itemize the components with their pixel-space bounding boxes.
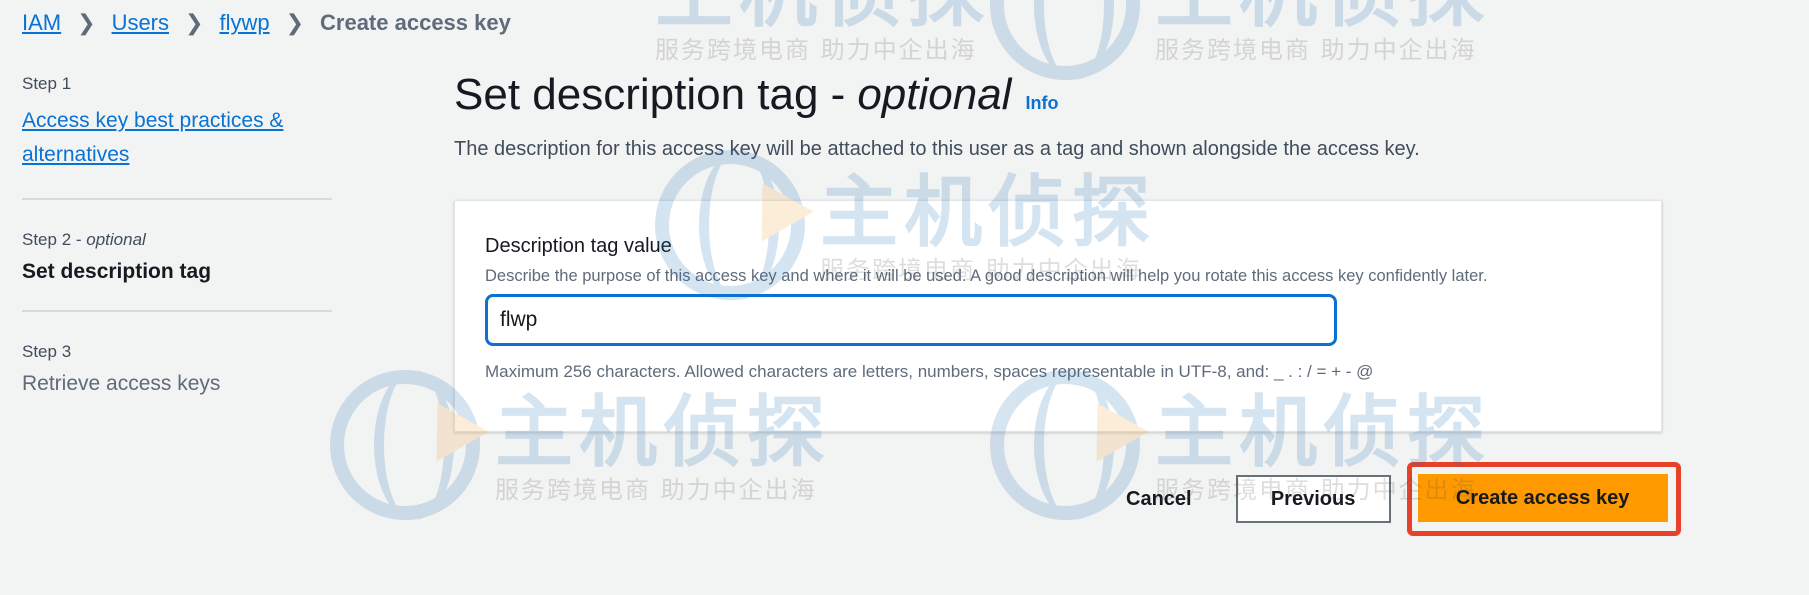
step-1-link[interactable]: Access key best practices & alternatives (22, 104, 332, 172)
chevron-right-icon: ❯ (185, 10, 204, 35)
previous-button[interactable]: Previous (1235, 475, 1391, 523)
breadcrumb-user-link[interactable]: flywp (219, 10, 269, 36)
field-constraint-text: Maximum 256 characters. Allowed characte… (485, 362, 1374, 381)
highlight-box: Create access key (1406, 462, 1681, 536)
page-description: The description for this access key will… (454, 138, 1420, 160)
breadcrumb-current: Create access key (320, 10, 511, 35)
breadcrumb-iam-link[interactable]: IAM (22, 10, 61, 36)
step-number: Step 1 (22, 74, 72, 93)
description-tag-input[interactable] (485, 294, 1337, 346)
step-number: Step 3 (22, 342, 72, 361)
wizard-step-3: Step 3 Retrieve access keys (22, 342, 332, 422)
chevron-right-icon: ❯ (77, 10, 96, 35)
wizard-step-1: Step 1 Access key best practices & alter… (22, 74, 332, 200)
info-link[interactable]: Info (1025, 93, 1058, 114)
step-3-label: Retrieve access keys (22, 372, 221, 395)
field-label: Description tag value (485, 235, 672, 257)
step-number: Step 2 - optional (22, 230, 146, 249)
wizard-actions: Cancel Previous Create access key (1126, 462, 1681, 536)
page-title: Set description tag - optional Info (454, 70, 1059, 119)
main-content: Set description tag - optional Info The … (454, 70, 1664, 432)
step-optional-label: optional (86, 230, 146, 249)
title-optional: optional (857, 70, 1012, 119)
cancel-button[interactable]: Cancel (1126, 488, 1192, 511)
breadcrumb-users-link[interactable]: Users (112, 10, 169, 36)
chevron-right-icon: ❯ (285, 10, 305, 35)
create-access-key-button[interactable]: Create access key (1417, 474, 1668, 522)
description-tag-panel: Description tag value Describe the purpo… (454, 200, 1662, 432)
field-description: Describe the purpose of this access key … (485, 267, 1488, 285)
wizard-steps: Step 1 Access key best practices & alter… (22, 74, 332, 452)
step-2-current: Set description tag (22, 260, 212, 283)
wizard-step-2: Step 2 - optional Set description tag (22, 230, 332, 312)
breadcrumb: IAM ❯ Users ❯ flywp ❯ Create access key (22, 10, 511, 36)
